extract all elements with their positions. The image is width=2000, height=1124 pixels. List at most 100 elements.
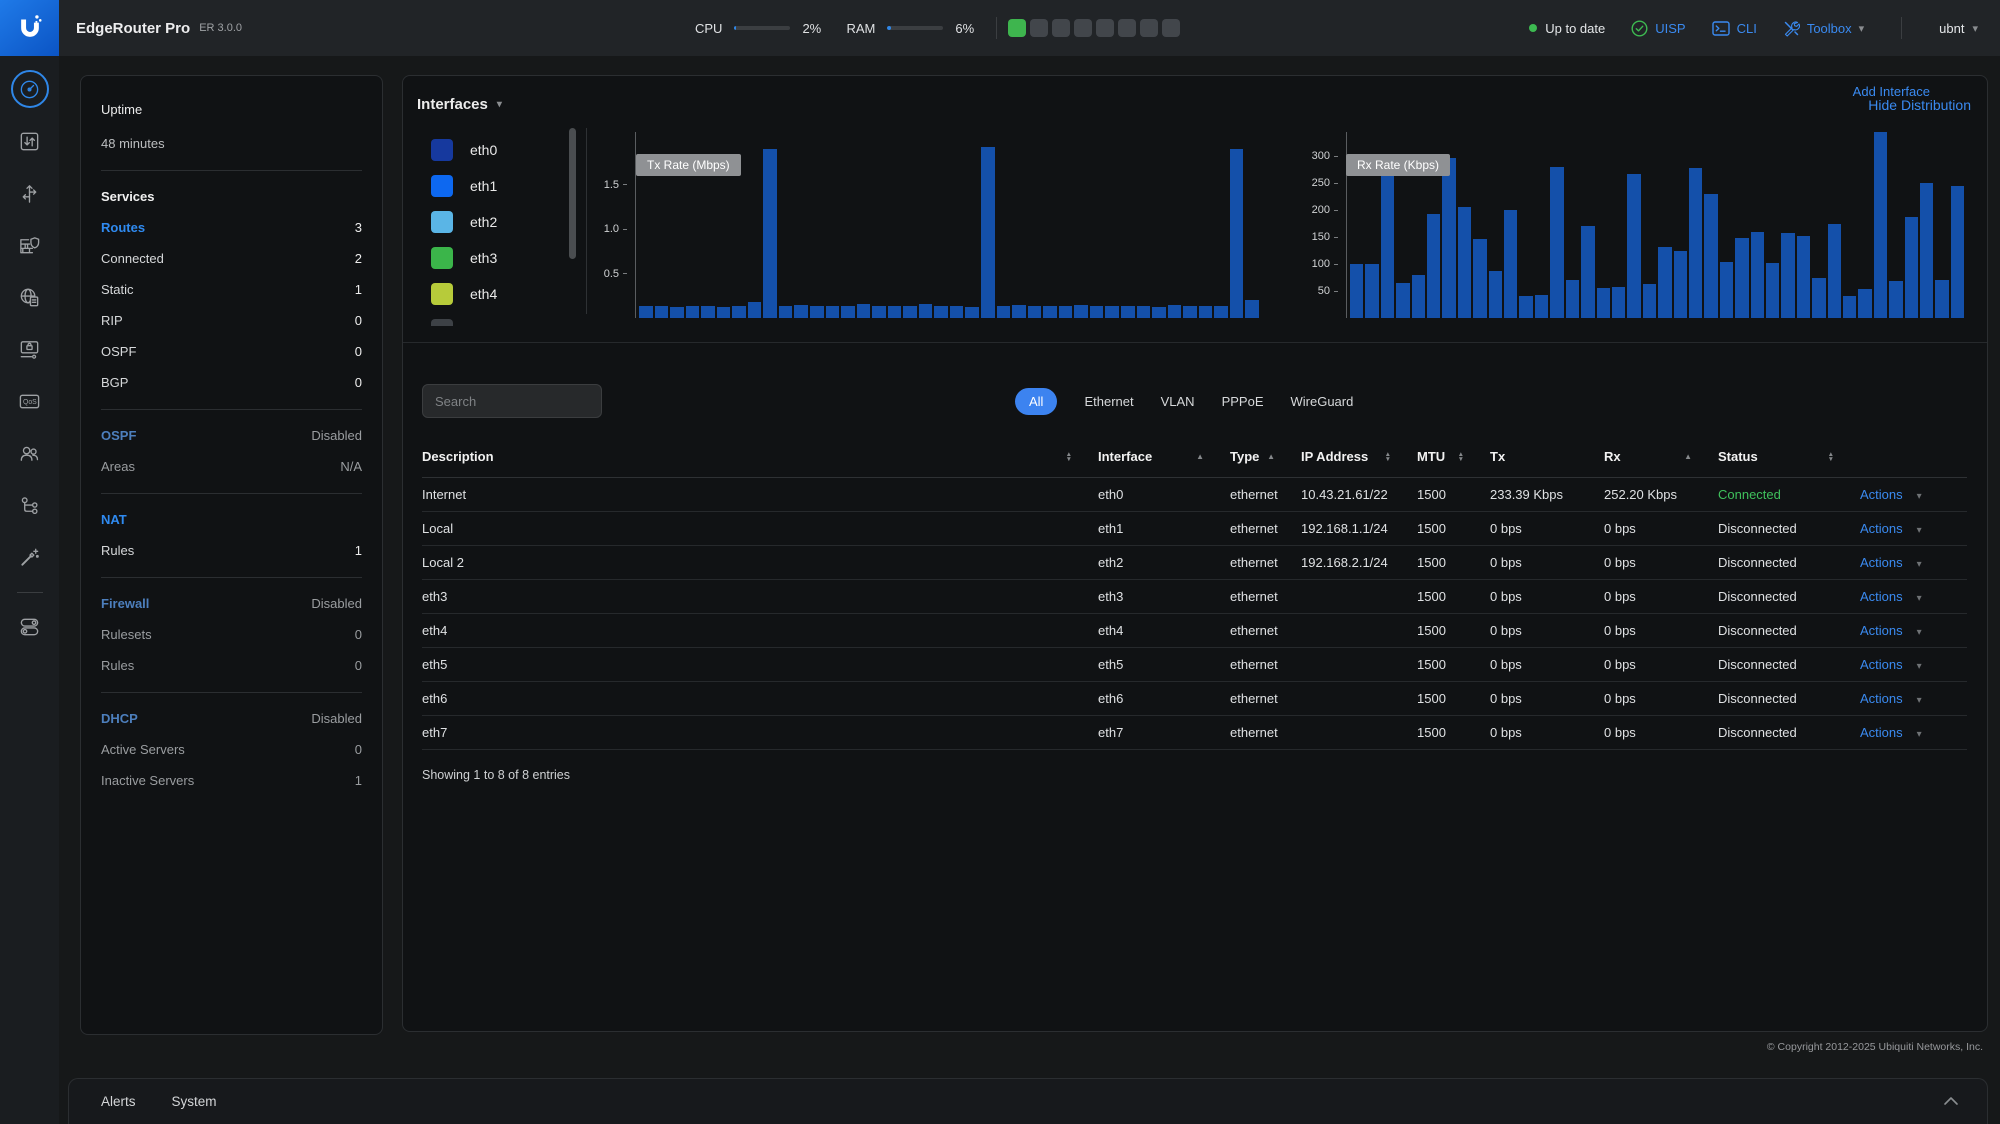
cell-status: Disconnected: [1718, 589, 1860, 604]
legend-label: eth1: [470, 178, 497, 194]
chevron-down-icon[interactable]: ▾: [1917, 695, 1922, 706]
sidebar-item-system-toggles[interactable]: [11, 607, 49, 645]
legend-item[interactable]: eth4: [431, 282, 567, 305]
summary-section-title: DHCPDisabled: [101, 711, 362, 726]
chart-bar: [1674, 251, 1687, 318]
sidebar-item-wizard[interactable]: [11, 538, 49, 576]
cell-mtu: 1500: [1417, 725, 1490, 740]
chevron-down-icon: ▾: [497, 99, 502, 110]
actions-button[interactable]: Actions: [1860, 555, 1903, 570]
legend-item[interactable]: eth2: [431, 210, 567, 233]
toolbox-button[interactable]: Toolbox ▾: [1783, 20, 1864, 37]
ubiquiti-u-icon: [14, 12, 46, 44]
header-cell-description[interactable]: Description▲▼: [422, 449, 1098, 464]
actions-button[interactable]: Actions: [1860, 657, 1903, 672]
summary-row-label: RIP: [101, 313, 123, 328]
actions-button[interactable]: Actions: [1860, 725, 1903, 740]
chart-bar: [1812, 278, 1825, 318]
chart-bar: [1550, 167, 1563, 318]
summary-row: Static1: [101, 282, 362, 297]
chart-bar: [810, 306, 824, 318]
chevron-down-icon[interactable]: ▾: [1917, 559, 1922, 570]
interfaces-dropdown[interactable]: Interfaces ▾: [417, 96, 502, 113]
actions-button[interactable]: Actions: [1860, 589, 1903, 604]
chevron-down-icon[interactable]: ▾: [1917, 661, 1922, 672]
sidebar-item-interfaces[interactable]: [11, 122, 49, 160]
expand-bar-button[interactable]: [1943, 1093, 1959, 1111]
sidebar-item-vpn[interactable]: [11, 330, 49, 368]
chevron-down-icon[interactable]: ▾: [1917, 525, 1922, 536]
add-interface-button[interactable]: Add Interface: [1853, 84, 1930, 99]
cell-ip_address: 192.168.1.1/24: [1301, 521, 1417, 536]
sort-icon: ▲▼: [1066, 452, 1072, 462]
search-input[interactable]: [422, 384, 602, 418]
sidebar-item-users[interactable]: [11, 434, 49, 472]
user-menu[interactable]: ubnt ▾: [1939, 21, 1978, 36]
chart-bar: [1137, 306, 1151, 318]
chevron-down-icon[interactable]: ▾: [1917, 593, 1922, 604]
actions-button[interactable]: Actions: [1860, 691, 1903, 706]
summary-section-link[interactable]: DHCP: [101, 711, 138, 726]
section-divider: [403, 342, 1987, 343]
rx-chart-y-axis: 50100150200250300: [1296, 132, 1346, 318]
sort-down: ▼: [1458, 457, 1464, 462]
actions-button[interactable]: Actions: [1860, 521, 1903, 536]
header-cell-rx[interactable]: Rx▲: [1604, 449, 1718, 464]
header-cell-mtu[interactable]: MTU▲▼: [1417, 449, 1490, 464]
y-axis-tick: 0.5: [604, 268, 627, 280]
cell-type: ethernet: [1230, 487, 1301, 502]
summary-row: Rules1: [101, 543, 362, 558]
filter-tab-all[interactable]: All: [1015, 388, 1057, 415]
cell-tx: 0 bps: [1490, 657, 1604, 672]
legend-item[interactable]: eth0: [431, 138, 567, 161]
ubiquiti-logo[interactable]: [0, 0, 59, 56]
header-cell-type[interactable]: Type▲: [1230, 449, 1301, 464]
summary-row-label[interactable]: Routes: [101, 220, 145, 235]
config-tree-icon: [18, 494, 41, 517]
sidebar-item-firewall[interactable]: [11, 226, 49, 264]
cell-interface: eth6: [1098, 691, 1230, 706]
firewall-icon: [18, 234, 41, 257]
summary-section-link[interactable]: NAT: [101, 512, 127, 527]
cell-tx: 233.39 Kbps: [1490, 487, 1604, 502]
summary-row-label: Active Servers: [101, 742, 185, 757]
cell-rx: 0 bps: [1604, 589, 1718, 604]
uisp-button[interactable]: UISP: [1631, 20, 1685, 37]
actions-button[interactable]: Actions: [1860, 487, 1903, 502]
cli-button[interactable]: CLI: [1712, 21, 1757, 36]
chart-bar: [1442, 158, 1455, 318]
cell-mtu: 1500: [1417, 487, 1490, 502]
filter-tab-pppoe[interactable]: PPPoE: [1222, 394, 1264, 409]
sidebar-item-routing[interactable]: [11, 174, 49, 212]
summary-section-link[interactable]: OSPF: [101, 428, 136, 443]
chevron-down-icon[interactable]: ▾: [1917, 491, 1922, 502]
legend-scrollbar-thumb[interactable]: [569, 128, 576, 259]
header-cell-status[interactable]: Status▲▼: [1718, 449, 1860, 464]
chevron-down-icon[interactable]: ▾: [1917, 729, 1922, 740]
legend-item[interactable]: eth3: [431, 246, 567, 269]
cell-rx: 0 bps: [1604, 555, 1718, 570]
actions-button[interactable]: Actions: [1860, 623, 1903, 638]
divider: [1901, 17, 1902, 39]
table-row: Interneteth0ethernet10.43.21.61/22150023…: [422, 478, 1967, 512]
legend-item[interactable]: eth1: [431, 174, 567, 197]
sidebar-item-config-tree[interactable]: [11, 486, 49, 524]
tab-alerts[interactable]: Alerts: [101, 1094, 136, 1109]
update-status: Up to date: [1529, 21, 1605, 36]
sidebar-item-services[interactable]: [11, 278, 49, 316]
interfaces-icon: [18, 130, 41, 153]
chevron-down-icon[interactable]: ▾: [1917, 627, 1922, 638]
filter-tab-ethernet[interactable]: Ethernet: [1084, 394, 1133, 409]
chart-bar: [1028, 306, 1042, 318]
header-label: IP Address: [1301, 449, 1368, 464]
filter-tab-vlan[interactable]: VLAN: [1161, 394, 1195, 409]
sidebar-item-qos[interactable]: QoS: [11, 382, 49, 420]
tab-system[interactable]: System: [172, 1094, 217, 1109]
cell-rx: 0 bps: [1604, 725, 1718, 740]
summary-section-link[interactable]: Firewall: [101, 596, 149, 611]
cell-type: ethernet: [1230, 657, 1301, 672]
sidebar-item-dashboard[interactable]: [11, 70, 49, 108]
header-cell-interface[interactable]: Interface▲: [1098, 449, 1230, 464]
filter-tab-wireguard[interactable]: WireGuard: [1291, 394, 1354, 409]
header-cell-ip_address[interactable]: IP Address▲▼: [1301, 449, 1417, 464]
